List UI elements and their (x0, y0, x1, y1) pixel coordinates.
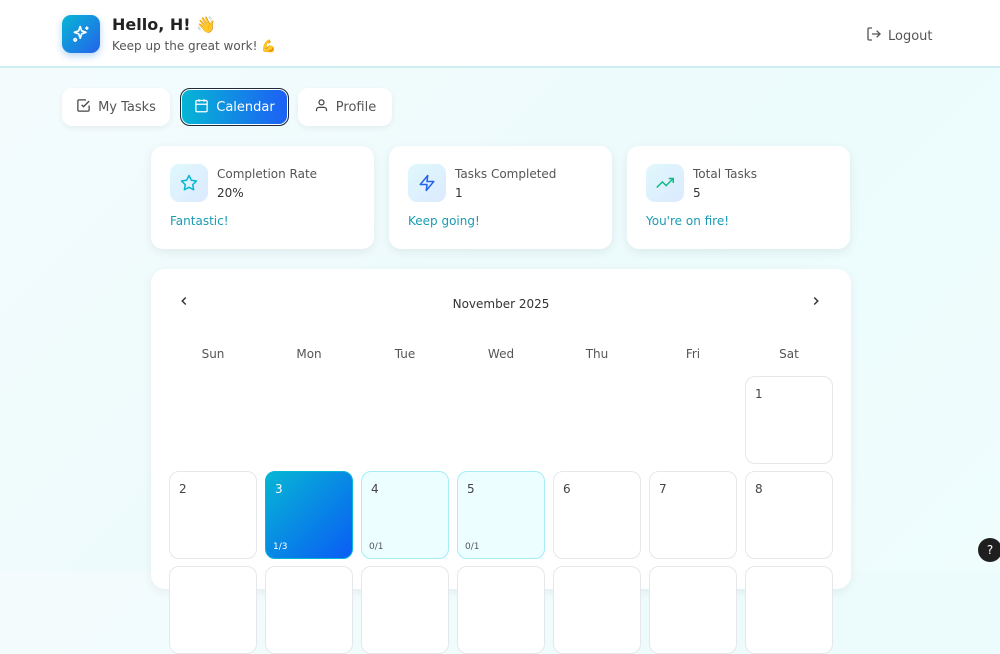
day-number: 5 (467, 482, 475, 496)
calendar-day[interactable]: 5 0/1 (457, 471, 545, 559)
calendar: November 2025 Sun Mon Tue Wed Thu Fri Sat 1 2 3 1/… (151, 269, 851, 654)
stat-card-completion-rate: Completion Rate 20% Fantastic! (151, 146, 374, 249)
calendar-day[interactable]: 6 (553, 471, 641, 559)
task-ratio: 1/3 (273, 542, 288, 552)
greeting: Hello, H! 👋 (112, 15, 217, 34)
tab-profile[interactable]: Profile (298, 88, 392, 126)
stat-card-total-tasks: Total Tasks 5 You're on fire! (627, 146, 850, 249)
logout-button[interactable]: Logout (866, 26, 933, 46)
tab-my-tasks[interactable]: My Tasks (62, 88, 170, 126)
stat-title: Tasks Completed (455, 167, 557, 181)
calendar-day[interactable] (553, 566, 641, 654)
stat-value: 1 (455, 186, 463, 200)
stat-value: 5 (693, 186, 701, 200)
tab-label: My Tasks (98, 99, 156, 115)
check-square-icon (76, 98, 91, 117)
calendar-day[interactable] (265, 566, 353, 654)
user-icon (314, 98, 329, 117)
stat-message: You're on fire! (646, 214, 730, 228)
stat-title: Total Tasks (693, 167, 757, 181)
help-button[interactable]: ? (978, 538, 1000, 562)
tab-label: Profile (335, 99, 377, 115)
stat-title: Completion Rate (217, 167, 318, 181)
stat-card-tasks-completed: Tasks Completed 1 Keep going! (389, 146, 612, 249)
zap-icon (408, 164, 446, 202)
subtitle: Keep up the great work! 💪 (112, 39, 277, 53)
day-number: 3 (275, 482, 283, 496)
calendar-day[interactable] (457, 566, 545, 654)
weekday-header: Tue (394, 347, 416, 361)
calendar-icon (194, 98, 209, 117)
task-ratio: 0/1 (369, 542, 384, 552)
task-ratio: 0/1 (465, 542, 480, 552)
weekday-header: Wed (487, 347, 515, 361)
calendar-day[interactable] (361, 566, 449, 654)
day-number: 2 (179, 482, 187, 496)
day-number: 6 (563, 482, 571, 496)
calendar-day[interactable] (745, 566, 833, 654)
day-number: 1 (755, 387, 763, 401)
calendar-day[interactable]: 1 (745, 376, 833, 464)
calendar-day[interactable] (169, 566, 257, 654)
stat-value: 20% (217, 186, 244, 200)
sparkles-logo-icon (62, 15, 100, 53)
logout-icon (866, 26, 882, 46)
weekday-header: Thu (585, 347, 609, 361)
weekday-header: Mon (296, 347, 322, 361)
calendar-day[interactable]: 7 (649, 471, 737, 559)
tab-label: Calendar (216, 99, 275, 115)
chevron-right-icon (813, 296, 819, 306)
day-number: 7 (659, 482, 667, 496)
calendar-day[interactable]: 2 (169, 471, 257, 559)
calendar-day[interactable]: 8 (745, 471, 833, 559)
tab-calendar[interactable]: Calendar (180, 88, 289, 126)
header: Hello, H! 👋 Keep up the great work! 💪 Lo… (0, 0, 1000, 68)
weekday-header: Sat (779, 347, 799, 361)
trending-up-icon (646, 164, 684, 202)
weekday-header: Fri (685, 347, 701, 361)
calendar-day[interactable]: 4 0/1 (361, 471, 449, 559)
month-label: November 2025 (452, 297, 550, 311)
calendar-day[interactable]: 3 1/3 (265, 471, 353, 559)
star-icon (170, 164, 208, 202)
calendar-day[interactable] (649, 566, 737, 654)
stat-message: Keep going! (408, 214, 480, 228)
day-number: 4 (371, 482, 379, 496)
stat-message: Fantastic! (170, 214, 229, 228)
logout-label: Logout (888, 28, 933, 44)
day-number: 8 (755, 482, 763, 496)
next-month-button[interactable] (809, 293, 823, 312)
weekday-header: Sun (201, 347, 225, 361)
